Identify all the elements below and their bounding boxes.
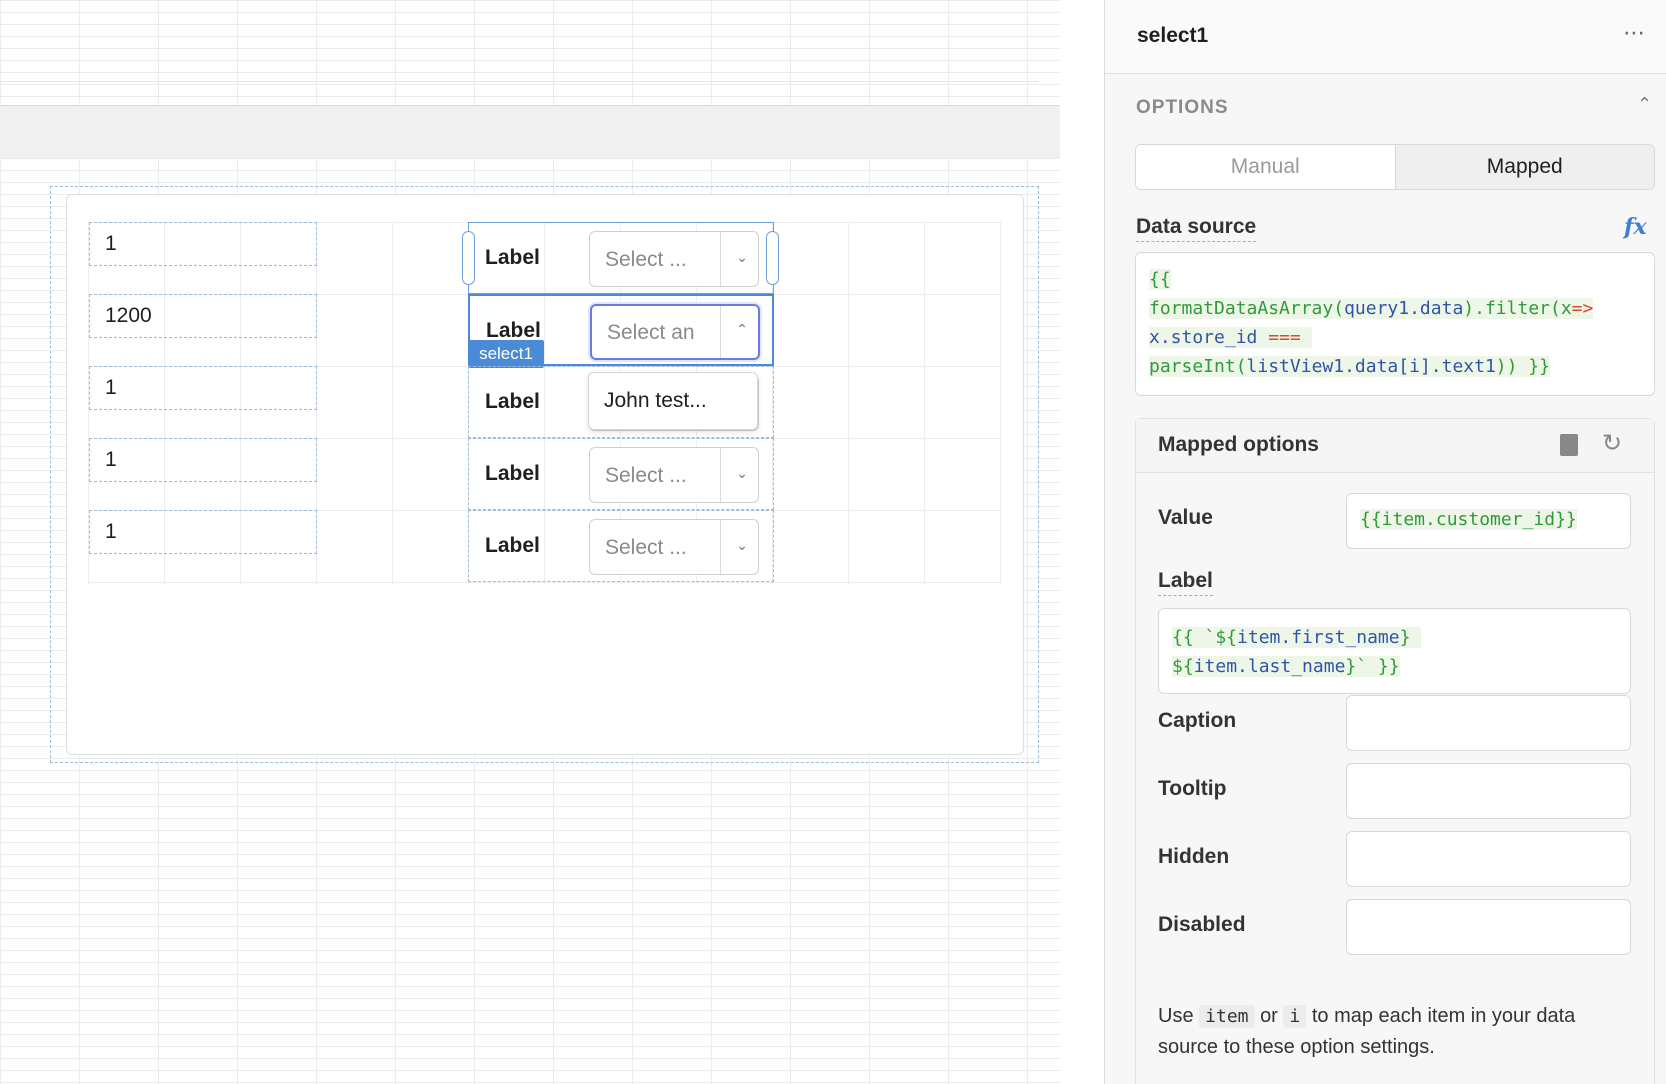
select-label: Label (485, 390, 540, 413)
chevron-up-icon[interactable]: ⌃ (736, 321, 748, 338)
component-name[interactable]: select1 (1137, 24, 1208, 48)
code-line-1: {{ (1149, 269, 1171, 290)
code-line-2: formatDataAsArray(query1.data).filter(x=… (1149, 298, 1594, 319)
more-options-icon[interactable]: ⋯ (1623, 20, 1646, 46)
caption-input[interactable] (1346, 695, 1631, 751)
tooltip-field-label: Tooltip (1158, 777, 1227, 800)
select-label: Label (485, 462, 540, 485)
editor-canvas[interactable]: 1 1200 1 1 1 Label Select ... ⌄ Label Se… (0, 0, 1060, 1084)
text-cell-row-5[interactable]: 1 (89, 510, 317, 554)
canvas-top-region[interactable] (0, 0, 1060, 106)
options-section-title[interactable]: OPTIONS (1136, 97, 1229, 119)
select-dropdown[interactable]: Select ... ⌄ (589, 519, 759, 575)
hidden-input[interactable] (1346, 831, 1631, 887)
code-line-3: x.store_id === (1149, 323, 1641, 352)
label-editor[interactable]: {{ `${item.first_name} ${item.last_name}… (1158, 608, 1631, 694)
select-divider (720, 448, 721, 502)
data-source-label: Data source (1136, 215, 1257, 242)
text-cell-row-1[interactable]: 1 (89, 222, 317, 266)
inspector-panel: select1 ⋯ OPTIONS ⌃ Manual Mapped Data s… (1104, 0, 1666, 1084)
mapped-options-header: Mapped options ↻ (1136, 419, 1654, 473)
select-dropdown[interactable]: Select ... ⌄ (589, 447, 759, 503)
tooltip-input[interactable] (1346, 763, 1631, 819)
disabled-field-label: Disabled (1158, 913, 1246, 936)
select-placeholder: Select ... (605, 248, 687, 271)
select-placeholder: Select an (607, 321, 695, 344)
fx-icon[interactable]: fx (1624, 214, 1647, 240)
component-name-tag[interactable]: select1 (468, 340, 544, 368)
select-placeholder: Select ... (605, 536, 687, 559)
select-row-5[interactable]: Label Select ... ⌄ (468, 510, 774, 582)
mapping-hint: Use item or i to map each item in your d… (1158, 1005, 1576, 1058)
text-cell-row-3[interactable]: 1 (89, 366, 317, 410)
select-divider (720, 306, 721, 358)
text-cell-row-2[interactable]: 1200 (89, 294, 317, 338)
select-row-1[interactable]: Label Select ... ⌄ (468, 222, 774, 294)
reset-icon[interactable]: ↻ (1602, 429, 1622, 458)
select-label: Label (485, 246, 540, 269)
code-i: i (1283, 1005, 1307, 1028)
select-option[interactable]: John test... (604, 389, 707, 413)
chevron-up-icon[interactable]: ⌃ (1637, 94, 1652, 115)
resize-handle-left[interactable] (462, 231, 475, 285)
select-row-4[interactable]: Label Select ... ⌄ (468, 438, 774, 510)
select-dropdown[interactable]: Select ... ⌄ (589, 231, 759, 287)
select-label: Label (485, 534, 540, 557)
chevron-down-icon[interactable]: ⌄ (736, 249, 748, 266)
code-line-2: ${item.last_name}` }} (1172, 656, 1400, 677)
caption-field-label: Caption (1158, 709, 1237, 732)
select-dropdown-focused[interactable]: Select an ⌃ (590, 304, 760, 360)
mapped-options-panel: Mapped options ↻ Value {{item.customer_i… (1135, 418, 1655, 1084)
select-placeholder: Select ... (605, 464, 687, 487)
text-cell-row-4[interactable]: 1 (89, 438, 317, 482)
select-options-menu[interactable]: John test... (588, 372, 758, 430)
hidden-field-label: Hidden (1158, 845, 1230, 868)
mapped-options-title: Mapped options (1158, 433, 1319, 456)
inspector-header: select1 ⋯ (1105, 0, 1666, 74)
select-divider (720, 232, 721, 286)
value-input[interactable]: {{item.customer_id}} (1346, 493, 1631, 549)
resize-handle-right[interactable] (766, 231, 779, 285)
options-mode-toggle: Manual Mapped (1135, 144, 1655, 190)
value-field-label: Value (1158, 506, 1213, 529)
label-field-label: Label (1158, 569, 1213, 596)
disabled-input[interactable] (1346, 899, 1631, 955)
code-line-1: {{ `${item.first_name} (1172, 627, 1422, 648)
chevron-down-icon[interactable]: ⌄ (736, 465, 748, 482)
tab-manual[interactable]: Manual (1136, 145, 1395, 189)
tab-mapped[interactable]: Mapped (1394, 145, 1654, 189)
docs-icon[interactable] (1560, 434, 1578, 456)
code-line-4: parseInt(listView1.data[i].text1)) }} (1149, 356, 1550, 377)
canvas-top-inner (0, 10, 1038, 82)
chevron-down-icon[interactable]: ⌄ (736, 537, 748, 554)
select-divider (720, 520, 721, 574)
data-source-editor[interactable]: {{ formatDataAsArray(query1.data).filter… (1135, 252, 1655, 396)
code-item: item (1199, 1005, 1255, 1028)
